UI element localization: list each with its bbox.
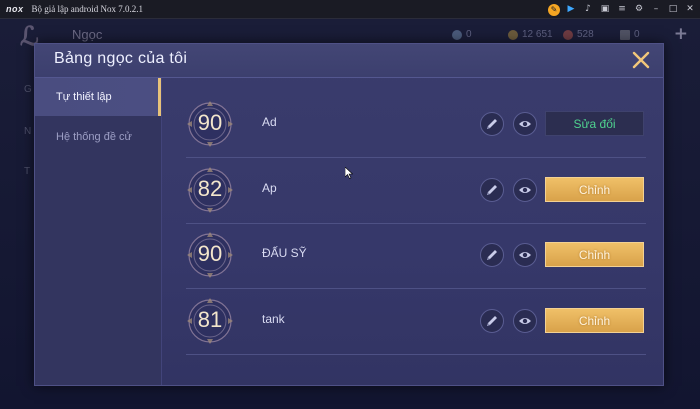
dialog-title: Bảng ngọc của tôi bbox=[54, 50, 188, 67]
currency-card: 0 bbox=[620, 29, 640, 40]
rune-page-name: Ad bbox=[262, 115, 277, 129]
window-title: Bộ giả lập android Nox 7.0.2.1 bbox=[31, 4, 144, 14]
ruby-icon bbox=[563, 29, 573, 40]
eye-icon bbox=[519, 318, 531, 324]
edit-rune-page-button[interactable]: Chỉnh bbox=[545, 242, 644, 267]
rune-score-value: 81 bbox=[197, 307, 223, 332]
menu-icon[interactable]: ≡ bbox=[616, 4, 628, 16]
rune-score-value: 90 bbox=[197, 110, 223, 135]
pin-icon[interactable]: ✎ bbox=[548, 3, 560, 16]
background-side-item: T bbox=[24, 166, 31, 177]
edit-rune-page-button[interactable]: Sửa đổi bbox=[545, 111, 644, 136]
settings-icon[interactable]: ⚙ bbox=[633, 4, 645, 16]
background-side-item: N bbox=[24, 126, 32, 137]
rune-score: 81 bbox=[186, 297, 234, 345]
dialog-tabs: Tự thiết lập Hệ thống đề cử bbox=[35, 78, 162, 385]
rename-button[interactable] bbox=[480, 243, 504, 267]
rune-page-name: tank bbox=[262, 312, 285, 326]
currency-gems: 0 bbox=[452, 29, 472, 40]
currency-value: 0 bbox=[634, 29, 640, 40]
tab-recommended[interactable]: Hệ thống đề cử bbox=[35, 118, 161, 156]
preview-button[interactable] bbox=[513, 112, 537, 136]
rune-page-dialog: Bảng ngọc của tôi Tự thiết lập Hệ thống … bbox=[34, 43, 664, 386]
rune-page-row: 82 Ap Chỉnh bbox=[186, 158, 646, 224]
rune-score-value: 90 bbox=[197, 241, 223, 266]
gold-icon bbox=[508, 29, 518, 40]
eye-icon bbox=[519, 252, 531, 258]
close-dialog-button[interactable] bbox=[631, 50, 651, 70]
mouse-cursor-icon bbox=[345, 167, 353, 179]
preview-button[interactable] bbox=[513, 309, 537, 333]
rune-score: 90 bbox=[186, 100, 234, 148]
dialog-header: Bảng ngọc của tôi bbox=[35, 44, 663, 78]
rune-page-name: Ap bbox=[262, 181, 277, 195]
screen-icon[interactable]: ▣ bbox=[599, 4, 611, 16]
close-icon[interactable]: ✕ bbox=[684, 4, 696, 16]
eye-icon bbox=[519, 121, 531, 127]
nox-logo: nox bbox=[6, 4, 24, 14]
emulator-titlebar: nox Bộ giả lập android Nox 7.0.2.1 ✎ ▶ ♪… bbox=[0, 0, 700, 19]
preview-button[interactable] bbox=[513, 178, 537, 202]
add-currency-button[interactable]: + bbox=[674, 24, 688, 44]
rune-page-row: 90 ĐẤU SỸ Chỉnh bbox=[186, 223, 646, 289]
close-icon bbox=[632, 51, 650, 69]
background-side-item: G bbox=[24, 84, 32, 95]
rune-score-value: 82 bbox=[197, 176, 223, 201]
maximize-icon[interactable]: □ bbox=[667, 4, 679, 16]
gem-icon bbox=[452, 29, 462, 40]
titlebar-controls: ✎ ▶ ♪ ▣ ≡ ⚙ – □ ✕ bbox=[548, 0, 696, 19]
currency-value: 12 651 bbox=[522, 29, 553, 40]
pencil-icon bbox=[487, 119, 497, 129]
rename-button[interactable] bbox=[480, 309, 504, 333]
play-icon[interactable]: ▶ bbox=[565, 4, 577, 16]
rename-button[interactable] bbox=[480, 112, 504, 136]
currency-value: 528 bbox=[577, 29, 594, 40]
eye-icon bbox=[519, 187, 531, 193]
background-title: Ngọc bbox=[72, 27, 103, 42]
pencil-icon bbox=[487, 185, 497, 195]
rename-button[interactable] bbox=[480, 178, 504, 202]
pencil-icon bbox=[487, 250, 497, 260]
rune-page-row: 90 Ad Sửa đổi bbox=[186, 92, 646, 158]
minimize-icon[interactable]: – bbox=[650, 4, 662, 16]
rune-score: 90 bbox=[186, 231, 234, 279]
preview-button[interactable] bbox=[513, 243, 537, 267]
mic-icon[interactable]: ♪ bbox=[582, 4, 594, 16]
edit-rune-page-button[interactable]: Chỉnh bbox=[545, 308, 644, 333]
rune-page-name: ĐẤU SỸ bbox=[262, 246, 307, 260]
rune-score: 82 bbox=[186, 166, 234, 214]
currency-value: 0 bbox=[466, 29, 472, 40]
currency-ruby: 528 bbox=[563, 29, 594, 40]
tab-custom[interactable]: Tự thiết lập bbox=[35, 78, 161, 116]
currency-gold: 12 651 bbox=[508, 29, 553, 40]
rune-page-row: 81 tank Chỉnh bbox=[186, 289, 646, 355]
card-icon bbox=[620, 29, 630, 40]
pencil-icon bbox=[487, 316, 497, 326]
edit-rune-page-button[interactable]: Chỉnh bbox=[545, 177, 644, 202]
